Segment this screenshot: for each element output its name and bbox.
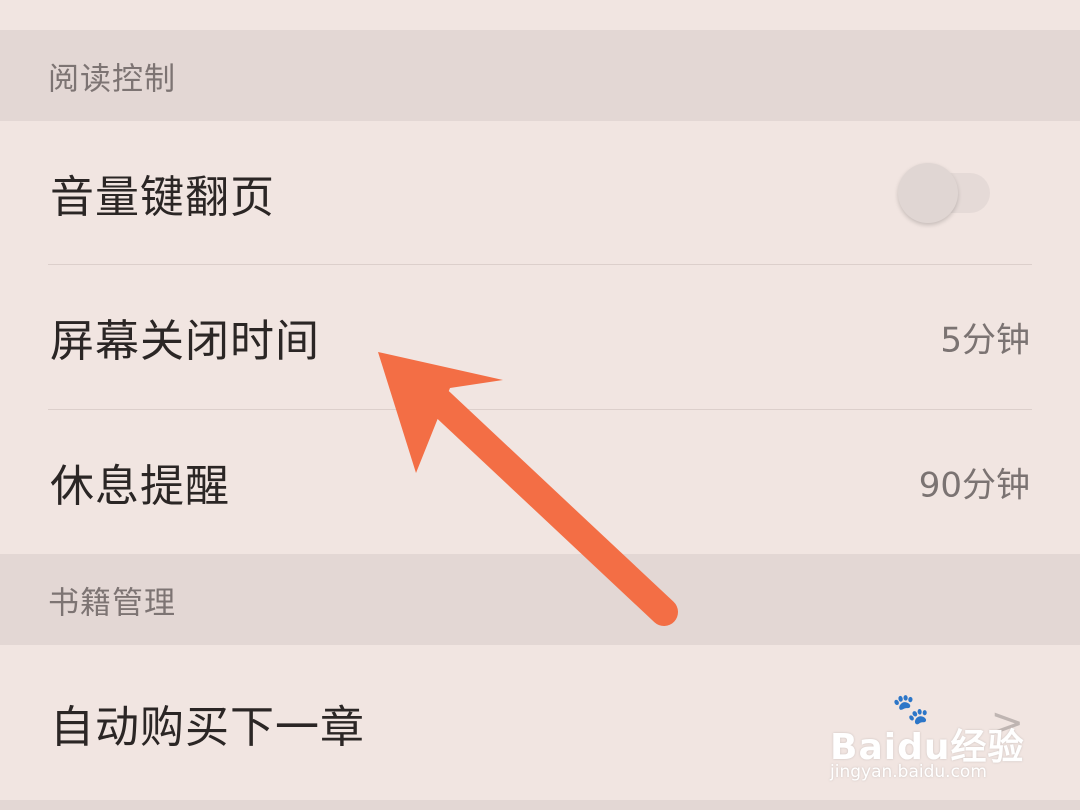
section-header-reading-control: 阅读控制 [0, 30, 1080, 121]
setting-title: 屏幕关闭时间 [50, 316, 320, 367]
setting-row-volume-key-page-turn[interactable]: 音量键翻页 [0, 121, 1080, 265]
section-header-label: 阅读控制 [48, 61, 176, 97]
section-header-label: 书籍管理 [48, 585, 176, 621]
setting-title: 自动购买下一章 [50, 701, 365, 753]
toggle-knob [898, 163, 958, 223]
top-spacer [0, 0, 1080, 30]
setting-row-screen-off-time[interactable]: 屏幕关闭时间 5分钟 [0, 265, 1080, 409]
setting-row-auto-buy-next-chapter[interactable]: 自动购买下一章 > [0, 645, 1080, 800]
bottom-edge [0, 800, 1080, 810]
setting-value: 90分钟 [918, 465, 1030, 506]
setting-title: 音量键翻页 [50, 172, 275, 223]
section-header-book-management: 书籍管理 [0, 554, 1080, 645]
setting-title: 休息提醒 [50, 461, 230, 512]
chevron-right-icon: > [990, 699, 1024, 746]
volume-key-toggle[interactable] [898, 162, 992, 224]
setting-value: 5分钟 [940, 320, 1030, 361]
setting-row-rest-reminder[interactable]: 休息提醒 90分钟 [0, 410, 1080, 554]
